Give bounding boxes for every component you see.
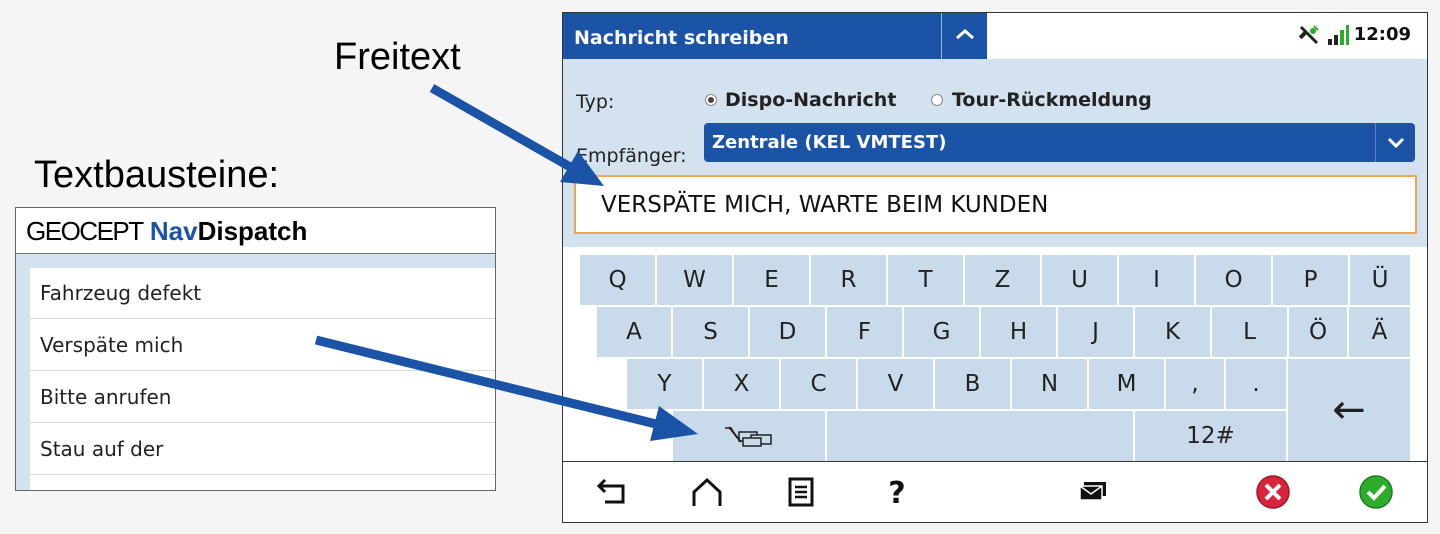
signal-strength-icon xyxy=(1328,25,1349,45)
annotation-freitext: Freitext xyxy=(334,36,461,78)
key-e[interactable]: E xyxy=(734,255,809,305)
logo-nav: Nav xyxy=(149,216,198,246)
key-l[interactable]: L xyxy=(1212,307,1287,357)
recipient-label: Empfänger: xyxy=(576,145,687,167)
home-icon[interactable] xyxy=(690,476,724,508)
logo-dispatch: Dispatch xyxy=(197,216,308,246)
key-comma[interactable]: , xyxy=(1166,359,1224,409)
geocept-navdispatch-logo: GEOCEPT NavDispatch xyxy=(26,216,307,247)
recipient-select[interactable]: Zentrale (KEL VMTEST) xyxy=(704,123,1415,162)
key-s[interactable]: S xyxy=(673,307,748,357)
key-oe[interactable]: Ö xyxy=(1289,307,1347,357)
window-title: Nachricht schreiben xyxy=(563,13,941,59)
collapse-button[interactable] xyxy=(941,13,987,59)
key-a[interactable]: A xyxy=(597,307,671,357)
backspace-arrow-icon: ← xyxy=(1332,387,1366,433)
symbols-key[interactable]: 12# xyxy=(1135,411,1286,461)
text-block-item[interactable]: Verspäte mich xyxy=(30,320,495,371)
key-n[interactable]: N xyxy=(1012,359,1087,409)
key-p[interactable]: P xyxy=(1273,255,1348,305)
back-icon[interactable] xyxy=(595,476,631,508)
text-block-item[interactable]: Fahrzeug defekt xyxy=(30,268,495,319)
key-m[interactable]: M xyxy=(1089,359,1164,409)
text-blocks-panel: GEOCEPT NavDispatch Fahrzeug defekt Vers… xyxy=(15,207,496,491)
key-v[interactable]: V xyxy=(858,359,933,409)
panel-header: GEOCEPT NavDispatch xyxy=(16,208,495,254)
key-period[interactable]: . xyxy=(1226,359,1286,409)
radio-label-dispo[interactable]: Dispo-Nachricht xyxy=(725,89,896,111)
key-c[interactable]: C xyxy=(781,359,856,409)
gps-satellite-icon xyxy=(1298,25,1319,45)
status-time: 12:09 xyxy=(1353,24,1411,45)
key-z[interactable]: Z xyxy=(965,255,1040,305)
cancel-button[interactable] xyxy=(1255,474,1291,510)
key-y[interactable]: Y xyxy=(627,359,702,409)
key-w[interactable]: W xyxy=(657,255,732,305)
key-h[interactable]: H xyxy=(981,307,1056,357)
title-bar: Nachricht schreiben 12:09 xyxy=(563,13,1427,59)
annotation-textbausteine: Textbausteine: xyxy=(34,154,280,196)
svg-text:?: ? xyxy=(888,476,905,508)
key-j[interactable]: J xyxy=(1058,307,1133,357)
messages-icon[interactable] xyxy=(1078,476,1108,508)
confirm-button[interactable] xyxy=(1358,474,1394,510)
device-screen: Nachricht schreiben 12:09 Typ: Dispo-Nac… xyxy=(562,12,1428,523)
type-label: Typ: xyxy=(576,91,615,113)
panel-side-stripe xyxy=(16,254,30,490)
key-d[interactable]: D xyxy=(750,307,825,357)
text-block-item[interactable]: Bitte anrufen xyxy=(30,372,495,423)
recipient-value: Zentrale (KEL VMTEST) xyxy=(712,132,947,153)
chevron-up-icon xyxy=(956,29,974,40)
message-form: Typ: Dispo-Nachricht Tour-Rückmeldung Em… xyxy=(563,59,1427,247)
space-key[interactable] xyxy=(827,411,1133,461)
on-screen-keyboard: Q W E R T Z U I O P Ü A S D F G H J K L … xyxy=(563,247,1427,461)
dropdown-toggle[interactable] xyxy=(1375,123,1415,162)
key-k[interactable]: K xyxy=(1135,307,1210,357)
key-u[interactable]: U xyxy=(1042,255,1117,305)
panel-stripe xyxy=(16,254,495,268)
message-input[interactable]: VERSPÄTE MICH, WARTE BEIM KUNDEN xyxy=(574,175,1417,234)
key-ue[interactable]: Ü xyxy=(1350,255,1410,305)
radio-tour-rueckmeldung[interactable] xyxy=(931,94,943,106)
key-f[interactable]: F xyxy=(827,307,902,357)
radio-dispo-nachricht[interactable] xyxy=(705,94,717,106)
arrow-freitext xyxy=(429,84,575,172)
bottom-toolbar: ? xyxy=(563,461,1427,522)
key-g[interactable]: G xyxy=(904,307,979,357)
logo-geocept: GEOCEPT xyxy=(26,216,144,246)
list-icon[interactable] xyxy=(788,476,814,508)
backspace-key[interactable]: ← xyxy=(1288,359,1410,461)
key-q[interactable]: Q xyxy=(580,255,655,305)
key-b[interactable]: B xyxy=(935,359,1010,409)
text-blocks-icon xyxy=(725,426,772,447)
key-t[interactable]: T xyxy=(888,255,963,305)
help-icon[interactable]: ? xyxy=(886,476,908,508)
key-i[interactable]: I xyxy=(1119,255,1194,305)
key-r[interactable]: R xyxy=(811,255,886,305)
key-o[interactable]: O xyxy=(1196,255,1271,305)
text-blocks-key[interactable] xyxy=(673,411,825,461)
key-ae[interactable]: Ä xyxy=(1349,307,1410,357)
radio-label-tour[interactable]: Tour-Rückmeldung xyxy=(952,89,1152,111)
key-x[interactable]: X xyxy=(704,359,779,409)
text-block-item[interactable]: Stau auf der xyxy=(30,424,495,475)
chevron-down-icon xyxy=(1387,137,1405,149)
